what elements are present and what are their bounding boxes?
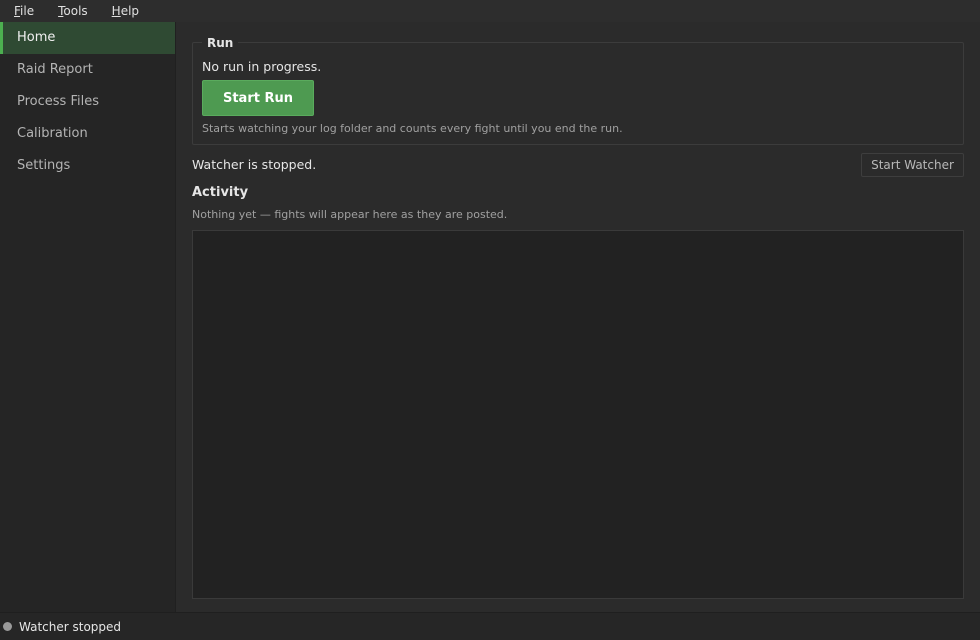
- menu-tools[interactable]: Tools: [44, 0, 98, 22]
- menubar: File Tools Help: [0, 0, 980, 22]
- start-watcher-button[interactable]: Start Watcher: [861, 153, 964, 177]
- menu-file[interactable]: File: [0, 0, 44, 22]
- sidebar-item-calibration[interactable]: Calibration: [0, 118, 175, 150]
- sidebar-item-process-files[interactable]: Process Files: [0, 86, 175, 118]
- menu-tools-label: ools: [63, 4, 88, 18]
- sidebar: Home Raid Report Process Files Calibrati…: [0, 22, 176, 612]
- menu-file-label: ile: [20, 4, 35, 18]
- status-dot-icon: [3, 622, 12, 631]
- run-group-title: Run: [202, 34, 239, 52]
- main-panel: Run No run in progress. Start Run Starts…: [176, 22, 980, 612]
- statusbar: Watcher stopped: [0, 612, 980, 640]
- start-run-button[interactable]: Start Run: [202, 80, 314, 116]
- menu-help[interactable]: Help: [98, 0, 149, 22]
- activity-title: Activity: [192, 185, 249, 200]
- run-hint-text: Starts watching your log folder and coun…: [202, 122, 623, 135]
- sidebar-item-home[interactable]: Home: [0, 22, 175, 54]
- watcher-status-text: Watcher is stopped.: [192, 157, 317, 172]
- statusbar-text: Watcher stopped: [19, 619, 122, 634]
- sidebar-item-raid-report[interactable]: Raid Report: [0, 54, 175, 86]
- run-status-text: No run in progress.: [202, 59, 322, 74]
- activity-hint-text: Nothing yet — fights will appear here as…: [192, 208, 508, 221]
- sidebar-item-settings[interactable]: Settings: [0, 150, 175, 182]
- menu-help-label: elp: [120, 4, 140, 18]
- run-group: Run No run in progress. Start Run Starts…: [192, 34, 964, 145]
- menu-help-mnemonic: H: [111, 4, 121, 18]
- activity-log[interactable]: [192, 230, 964, 599]
